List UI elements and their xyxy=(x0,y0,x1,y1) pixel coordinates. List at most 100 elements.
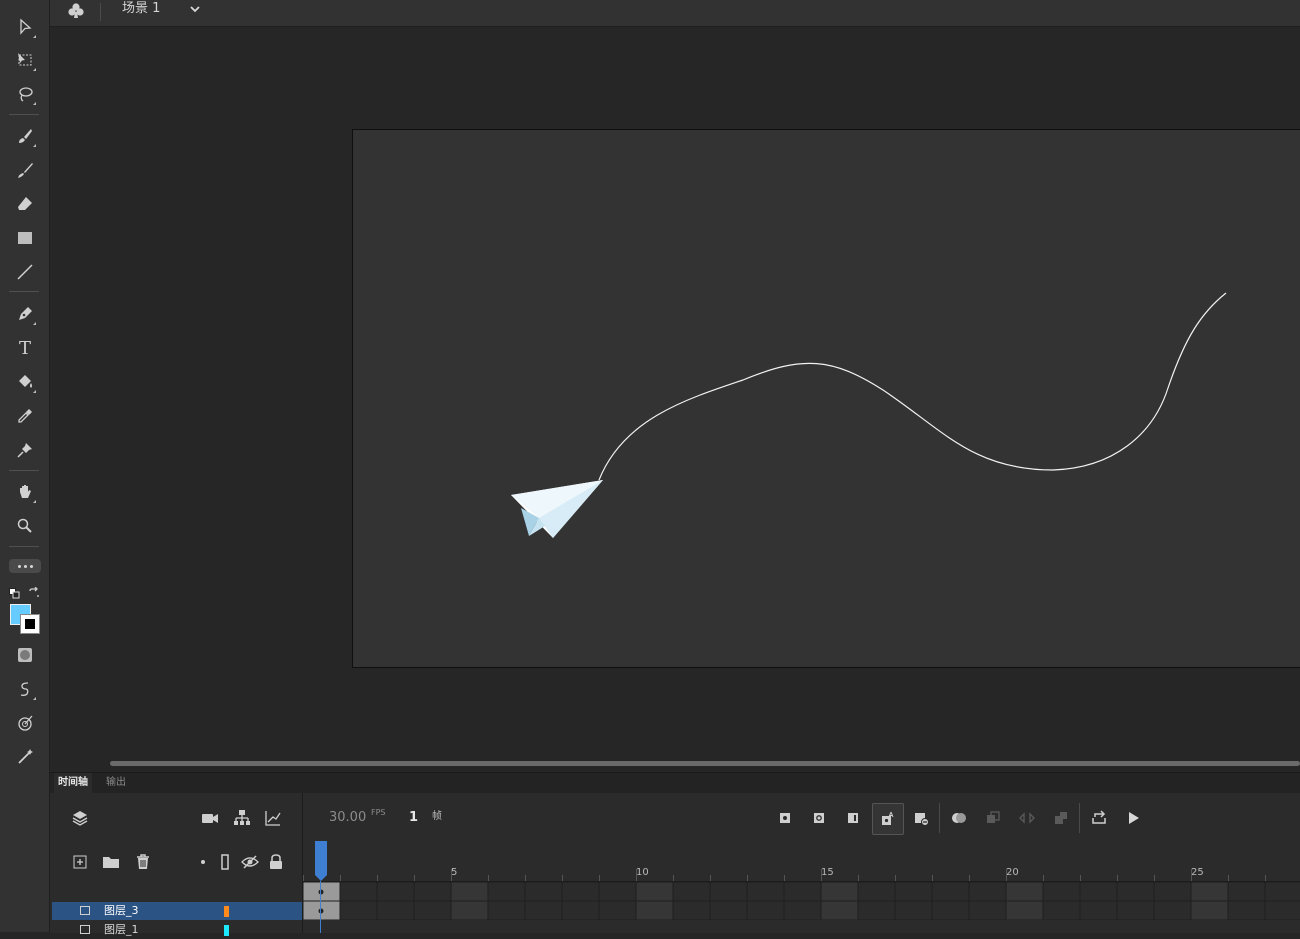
layer-name[interactable]: 图层_3 xyxy=(104,902,139,920)
frame-cell[interactable] xyxy=(598,882,637,902)
frame-cell[interactable] xyxy=(931,882,970,902)
frame-cell[interactable] xyxy=(1153,900,1192,920)
frame-cell[interactable] xyxy=(1190,900,1229,920)
lock-icon[interactable] xyxy=(267,853,285,871)
paint-brush-tool[interactable] xyxy=(10,123,40,149)
frame-cell[interactable] xyxy=(635,882,674,902)
frame-cell[interactable] xyxy=(339,882,378,902)
frame-cell[interactable] xyxy=(487,882,526,902)
layer-name[interactable]: 图层_1 xyxy=(104,921,139,939)
tab-timeline[interactable]: 时间轴 xyxy=(54,773,92,793)
fps-value[interactable]: 30.00 xyxy=(329,810,366,825)
frame-cell[interactable] xyxy=(1116,882,1155,902)
frame-cell[interactable] xyxy=(339,900,378,920)
horizontal-scrollbar[interactable] xyxy=(110,761,1300,766)
frame-cell[interactable] xyxy=(820,882,859,902)
frame-cell[interactable] xyxy=(1264,900,1300,920)
frame-cell[interactable] xyxy=(1042,900,1081,920)
add-layer-icon[interactable] xyxy=(71,853,89,871)
graph-icon[interactable] xyxy=(264,809,282,827)
frame-cell[interactable] xyxy=(450,900,489,920)
frame-cell[interactable] xyxy=(746,882,785,902)
frame-cell[interactable] xyxy=(1079,882,1118,902)
insert-keyframe-button[interactable] xyxy=(770,803,800,833)
frame-cell[interactable] xyxy=(746,900,785,920)
frame-cell[interactable] xyxy=(857,882,896,902)
default-colors-icon[interactable] xyxy=(9,584,20,599)
frame-cell[interactable] xyxy=(1264,882,1300,902)
line-tool[interactable] xyxy=(10,259,40,285)
paper-plane[interactable] xyxy=(511,480,603,538)
auto-keyframe-button[interactable] xyxy=(872,803,904,835)
parenting-icon[interactable] xyxy=(233,809,251,827)
frame-cell[interactable] xyxy=(1153,882,1192,902)
frame-ruler[interactable]: 5 10 15 20 25 xyxy=(303,855,1300,882)
loop-selection-button[interactable] xyxy=(1046,803,1076,833)
onion-skin-button[interactable] xyxy=(944,803,974,833)
frame-cell[interactable] xyxy=(524,900,563,920)
frame-cell[interactable] xyxy=(709,882,748,902)
stroke-color-swatch[interactable] xyxy=(20,614,40,634)
frame-grid[interactable] xyxy=(303,882,1300,920)
frame-cell[interactable] xyxy=(635,900,674,920)
frame-cell[interactable] xyxy=(820,900,859,920)
free-transform-tool[interactable] xyxy=(10,47,40,73)
smooth-tool[interactable] xyxy=(10,676,40,702)
brush-tool[interactable] xyxy=(10,157,40,183)
insert-frame-button[interactable] xyxy=(838,803,868,833)
center-frame-button[interactable] xyxy=(1012,803,1042,833)
selection-tool[interactable] xyxy=(10,14,40,40)
tab-output[interactable]: 输出 xyxy=(102,773,130,793)
frame-cell[interactable] xyxy=(672,882,711,902)
stage-canvas[interactable] xyxy=(352,129,1300,668)
frame-cell[interactable] xyxy=(1190,882,1229,902)
layer-row-1[interactable]: 图层_1 xyxy=(52,921,302,939)
highlight-dot-icon[interactable] xyxy=(194,853,212,871)
frame-cell[interactable] xyxy=(894,900,933,920)
eyedropper-tool[interactable] xyxy=(10,403,40,429)
frame-cell[interactable] xyxy=(524,882,563,902)
frame-cell[interactable] xyxy=(561,882,600,902)
magic-wand-tool[interactable] xyxy=(10,744,40,770)
pen-tool[interactable] xyxy=(10,301,40,327)
layers-icon[interactable] xyxy=(71,809,89,827)
snap-tool[interactable] xyxy=(10,710,40,736)
frame-cell[interactable] xyxy=(857,900,896,920)
frame-cell[interactable] xyxy=(783,900,822,920)
layer-row-3[interactable]: 图层_3 xyxy=(52,902,302,920)
frame-cell[interactable] xyxy=(1005,882,1044,902)
frame-cell[interactable] xyxy=(968,900,1007,920)
edit-multiple-frames-button[interactable] xyxy=(978,803,1008,833)
frame-cell[interactable] xyxy=(1227,882,1266,902)
frame-cell[interactable] xyxy=(1116,900,1155,920)
lasso-tool[interactable] xyxy=(10,81,40,107)
remove-frame-button[interactable] xyxy=(906,803,936,833)
frame-cell[interactable] xyxy=(894,882,933,902)
outline-icon[interactable] xyxy=(216,853,234,871)
rectangle-tool[interactable] xyxy=(10,225,40,251)
frame-cell[interactable] xyxy=(1227,900,1266,920)
loop-button[interactable] xyxy=(1084,803,1114,833)
playhead[interactable] xyxy=(314,841,328,883)
chevron-down-icon[interactable] xyxy=(189,3,201,15)
hand-tool[interactable] xyxy=(10,479,40,505)
frame-cell[interactable] xyxy=(709,900,748,920)
eye-hidden-icon[interactable] xyxy=(241,853,259,871)
frame-cell[interactable] xyxy=(783,882,822,902)
more-tools-button[interactable] xyxy=(9,559,41,573)
frame-cell[interactable] xyxy=(413,882,452,902)
frame-cell[interactable] xyxy=(376,900,415,920)
frame-cell[interactable] xyxy=(931,900,970,920)
frame-cell[interactable] xyxy=(561,900,600,920)
camera-icon[interactable] xyxy=(201,809,219,827)
frame-cell[interactable] xyxy=(1005,900,1044,920)
club-scene-icon[interactable] xyxy=(66,1,86,21)
paint-bucket-tool[interactable] xyxy=(10,369,40,395)
frame-cell[interactable] xyxy=(376,882,415,902)
frame-cell[interactable] xyxy=(413,900,452,920)
layer-color-swatch[interactable] xyxy=(224,925,229,936)
frame-cell[interactable] xyxy=(450,882,489,902)
play-button[interactable] xyxy=(1118,803,1148,833)
frame-cell[interactable] xyxy=(598,900,637,920)
frame-cell[interactable] xyxy=(487,900,526,920)
